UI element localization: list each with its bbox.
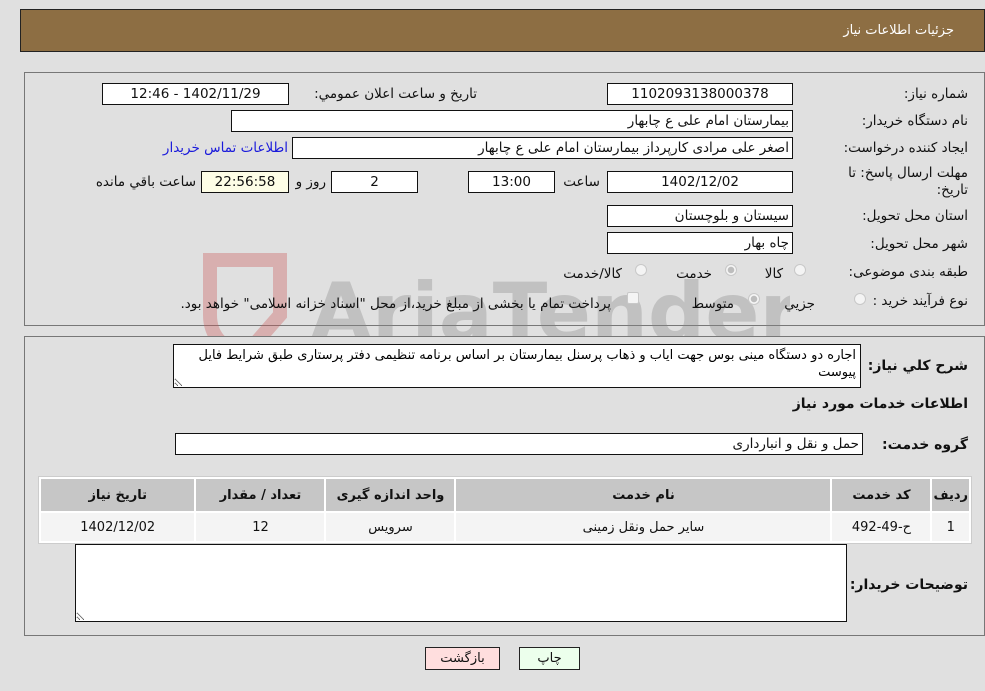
services-section-title: اطلاعات خدمات مورد نياز bbox=[792, 396, 968, 412]
column-header-service-code: كد خدمت bbox=[832, 479, 931, 511]
category-goods-label: کالا bbox=[764, 266, 783, 282]
description-textarea[interactable]: اجاره دو دستگاه مینی بوس جهت اياب و ذهاب… bbox=[173, 344, 861, 388]
days-remaining-field: 2 bbox=[331, 171, 418, 193]
city-field: چاه بهار bbox=[607, 232, 793, 254]
category-goods-service-label: کالا/خدمت bbox=[563, 266, 622, 282]
treasury-note: پرداخت تمام يا بخشی از مبلغ خريد،از محل … bbox=[180, 296, 611, 312]
requester-field: اصغر علی مرادی کارپرداز بیمارستان امام ع… bbox=[292, 137, 793, 159]
requester-label: ایجاد کننده درخواست: bbox=[843, 140, 968, 156]
time-remaining-label: ساعت باقي مانده bbox=[95, 174, 196, 190]
table-header-row: رديف كد خدمت نام خدمت واحد اندازه گيری ت… bbox=[41, 479, 969, 511]
purchase-minor-radio[interactable] bbox=[854, 293, 866, 305]
services-table: رديف كد خدمت نام خدمت واحد اندازه گيری ت… bbox=[38, 476, 972, 544]
buyer-org-label: نام دستگاه خريدار: bbox=[861, 113, 968, 129]
column-header-row-number: رديف bbox=[932, 479, 969, 511]
cell-quantity: 12 bbox=[196, 513, 325, 541]
description-label: شرح كلي نياز: bbox=[867, 358, 968, 374]
deadline-time-field: 13:00 bbox=[468, 171, 555, 193]
buyer-notes-label: توضيحات خريدار: bbox=[849, 577, 968, 593]
deadline-label: مهلت ارسال پاسخ: تا تاریخ: bbox=[848, 165, 968, 198]
category-service-label: خدمت bbox=[676, 266, 712, 282]
category-service-radio[interactable] bbox=[725, 264, 737, 276]
need-number-label: شماره نیاز: bbox=[903, 86, 968, 102]
column-header-unit: واحد اندازه گيری bbox=[326, 479, 455, 511]
city-label: شهر محل تحویل: bbox=[870, 236, 968, 252]
announce-datetime-label: تاریخ و ساعت اعلان عمومي: bbox=[314, 86, 477, 102]
column-header-need-date: تاريخ نياز bbox=[41, 479, 195, 511]
back-button[interactable]: بازگشت bbox=[425, 647, 500, 670]
print-button[interactable]: چاپ bbox=[519, 647, 580, 670]
cell-unit: سرويس bbox=[326, 513, 455, 541]
buyer-notes-textarea[interactable] bbox=[75, 544, 847, 622]
category-goods-radio[interactable] bbox=[794, 264, 806, 276]
buyer-contact-link[interactable]: اطلاعات تماس خريدار bbox=[163, 140, 288, 156]
purchase-minor-label: جزيي bbox=[784, 296, 815, 312]
announce-datetime-field: 1402/11/29 - 12:46 bbox=[102, 83, 289, 105]
days-label: روز و bbox=[295, 174, 326, 190]
need-number-field: 1102093138000378 bbox=[607, 83, 793, 105]
deadline-time-label: ساعت bbox=[563, 174, 600, 190]
cell-service-code: ح-49-492 bbox=[832, 513, 931, 541]
service-group-field: حمل و نقل و انبارداری bbox=[175, 433, 863, 455]
cell-need-date: 1402/12/02 bbox=[41, 513, 195, 541]
service-group-label: گروه خدمت: bbox=[882, 437, 968, 453]
purchase-medium-radio[interactable] bbox=[748, 293, 760, 305]
buyer-org-field: بیمارستان امام علی ع چابهار bbox=[231, 110, 793, 132]
page-header: جزئیات اطلاعات نیاز bbox=[20, 9, 985, 52]
category-goods-service-radio[interactable] bbox=[635, 264, 647, 276]
time-remaining-field: 22:56:58 bbox=[201, 171, 289, 193]
column-header-quantity: تعداد / مقدار bbox=[196, 479, 325, 511]
cell-service-name: ساير حمل ونقل زمينی bbox=[456, 513, 831, 541]
deadline-date-field: 1402/12/02 bbox=[607, 171, 793, 193]
page-title: جزئیات اطلاعات نیاز bbox=[843, 23, 954, 38]
treasury-checkbox[interactable] bbox=[627, 292, 639, 304]
province-label: استان محل تحویل: bbox=[862, 208, 968, 224]
column-header-service-name: نام خدمت bbox=[456, 479, 831, 511]
purchase-type-label: نوع فرآيند خريد : bbox=[872, 293, 968, 309]
category-label: طبقه بندی موضوعی: bbox=[848, 264, 968, 280]
cell-row-number: 1 bbox=[932, 513, 969, 541]
province-field: سیستان و بلوچستان bbox=[607, 205, 793, 227]
purchase-medium-label: متوسط bbox=[691, 296, 734, 312]
table-row: 1 ح-49-492 ساير حمل ونقل زمينی سرويس 12 … bbox=[41, 513, 969, 541]
